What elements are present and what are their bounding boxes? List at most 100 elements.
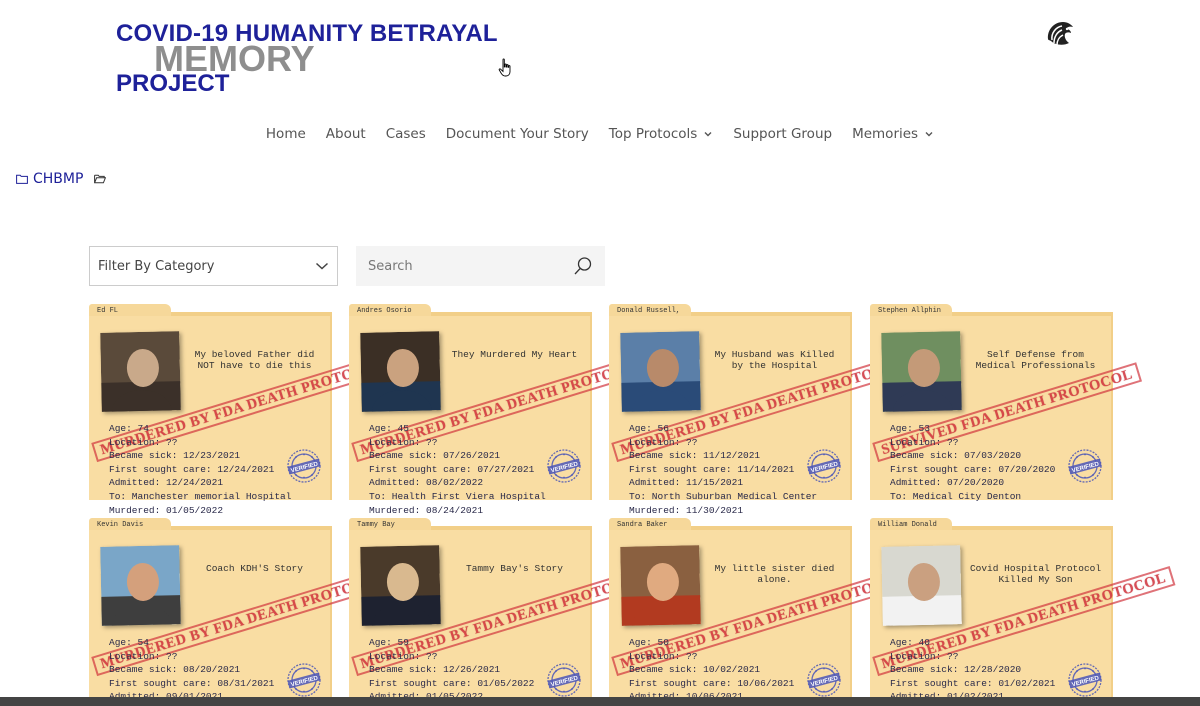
chevron-down-icon — [925, 132, 933, 137]
became-sick-text: Became sick: 11/12/2021 — [629, 450, 761, 462]
verified-seal-icon: VERIFIED — [287, 663, 321, 697]
became-sick-text: Became sick: 08/20/2021 — [109, 664, 241, 676]
search-icon[interactable] — [573, 256, 593, 276]
nav-about[interactable]: About — [316, 126, 376, 142]
case-card[interactable]: Donald Russell, My Husband was Killed by… — [609, 304, 915, 516]
filter-by-category-select[interactable]: Filter By Category — [89, 246, 338, 286]
case-details: Age: 53 Location: ?? Became sick: 07/03/… — [890, 422, 1055, 504]
card-name-tab: Donald Russell, — [609, 304, 691, 316]
first-sought-care-text: First sought care: 10/06/2021 — [629, 677, 795, 689]
became-sick-text: Became sick: 07/03/2020 — [890, 450, 1022, 462]
case-details: Age: 50 Location: ?? Became sick: 10/02/… — [629, 636, 794, 706]
verified-seal-icon: VERIFIED — [807, 449, 841, 483]
case-details: Age: 74 Location: ?? Became sick: 12/23/… — [109, 422, 291, 517]
outcome-text: Murdered: 08/24/2021 — [369, 504, 484, 516]
story-title: Covid Hospital Protocol Killed My Son — [969, 563, 1102, 585]
admitted-text: Admitted: 11/15/2021 — [629, 477, 744, 489]
case-card[interactable]: William Donald Covid Hospital Protocol K… — [870, 518, 1176, 706]
filter-label: Filter By Category — [98, 258, 215, 274]
outcome-text: Murdered: 11/30/2021 — [629, 504, 744, 516]
folder-front: My little sister died alone. MURDERED BY… — [609, 530, 915, 706]
person-photo — [620, 331, 701, 412]
verified-seal-icon: VERIFIED — [287, 449, 321, 483]
hand-cursor-icon — [498, 58, 511, 77]
nav-support-group[interactable]: Support Group — [723, 126, 842, 142]
location-text: Location: ?? — [629, 436, 698, 448]
location-text: Location: ?? — [369, 436, 438, 448]
hospital-text: To: Health First Viera Hospital — [369, 490, 546, 502]
first-sought-care-text: First sought care: 11/14/2021 — [629, 463, 795, 475]
outcome-text: Murdered: 01/05/2022 — [109, 504, 224, 516]
age-text: Age: 50 — [629, 637, 669, 648]
story-title: My little sister died alone. — [714, 563, 835, 585]
logo-line-3: PROJECT — [116, 70, 230, 97]
chevron-down-icon — [315, 262, 329, 270]
site-logo[interactable]: COVID-19 HUMANITY BETRAYAL MEMORY PROJEC… — [116, 20, 516, 100]
chevron-down-icon — [704, 132, 712, 137]
location-text: Location: ?? — [369, 650, 438, 662]
card-name-tab: William Donald — [870, 518, 952, 530]
bottom-bar — [0, 697, 1200, 706]
first-sought-care-text: First sought care: 08/31/2021 — [109, 677, 275, 689]
case-card[interactable]: Kevin Davis Coach KDH'S Story MURDERED B… — [89, 518, 395, 706]
admitted-text: Admitted: 08/02/2022 — [369, 477, 484, 489]
folder-front: Covid Hospital Protocol Killed My Son MU… — [870, 530, 1176, 706]
nav-home[interactable]: Home — [256, 126, 316, 142]
story-title: My beloved Father did NOT have to die th… — [194, 349, 315, 371]
case-details: Age: 56 Location: ?? Became sick: 11/12/… — [629, 422, 817, 517]
verified-seal-icon: VERIFIED — [1068, 663, 1102, 697]
story-title: My Husband was Killed by the Hospital — [714, 349, 835, 371]
person-photo — [360, 331, 441, 412]
became-sick-text: Became sick: 10/02/2021 — [629, 664, 761, 676]
became-sick-text: Became sick: 07/26/2021 — [369, 450, 501, 462]
age-text: Age: 53 — [890, 423, 930, 434]
became-sick-text: Became sick: 12/28/2020 — [890, 664, 1022, 676]
person-photo — [100, 545, 181, 626]
verified-seal-icon: VERIFIED — [807, 663, 841, 697]
case-card[interactable]: Tammy Bay Tammy Bay's Story MURDERED BY … — [349, 518, 655, 706]
nav-top-protocols[interactable]: Top Protocols — [599, 126, 724, 142]
case-card[interactable]: Stephen Allphin Self Defense from Medica… — [870, 304, 1142, 502]
card-name-tab: Ed FL — [89, 304, 171, 316]
story-title: Tammy Bay's Story — [466, 563, 563, 574]
age-text: Age: 54 — [109, 637, 149, 648]
person-photo — [360, 545, 441, 626]
folder-front: My Husband was Killed by the Hospital MU… — [609, 316, 915, 516]
nav-memories[interactable]: Memories — [842, 126, 944, 142]
page: COVID-19 HUMANITY BETRAYAL MEMORY PROJEC… — [0, 0, 1200, 706]
location-text: Location: ?? — [629, 650, 698, 662]
story-title: Coach KDH'S Story — [206, 563, 303, 574]
location-text: Location: ?? — [109, 436, 178, 448]
person-photo — [881, 545, 962, 626]
hospital-text: To: North Suburban Medical Center — [629, 490, 818, 502]
card-name-tab: Kevin Davis — [89, 518, 171, 530]
breadcrumb-link-chbmp[interactable]: CHBMP — [33, 171, 83, 187]
folder-front: Tammy Bay's Story MURDERED BY FDA DEATH … — [349, 530, 655, 706]
first-sought-care-text: First sought care: 12/24/2021 — [109, 463, 275, 475]
search-input[interactable] — [368, 258, 558, 274]
became-sick-text: Became sick: 12/26/2021 — [369, 664, 501, 676]
main-nav: Home About Cases Document Your Story Top… — [0, 126, 1200, 142]
story-title: They Murdered My Heart — [451, 349, 578, 360]
location-text: Location: ?? — [109, 650, 178, 662]
folder-front: Self Defense from Medical Professionals … — [870, 316, 1142, 502]
nav-document-your-story[interactable]: Document Your Story — [436, 126, 599, 142]
story-title: Self Defense from Medical Professionals — [975, 349, 1096, 371]
first-sought-care-text: First sought care: 01/05/2022 — [369, 677, 535, 689]
age-text: Age: 40 — [890, 637, 930, 648]
admitted-text: Admitted: 07/20/2020 — [890, 477, 1005, 489]
case-card[interactable]: Ed FL My beloved Father did NOT have to … — [89, 304, 395, 516]
case-card[interactable]: Andres Osorio They Murdered My Heart MUR… — [349, 304, 655, 516]
verified-seal-icon: VERIFIED — [547, 663, 581, 697]
nav-cases[interactable]: Cases — [376, 126, 436, 142]
card-name-tab: Tammy Bay — [349, 518, 431, 530]
case-card[interactable]: Sandra Baker My little sister died alone… — [609, 518, 915, 706]
card-name-tab: Stephen Allphin — [870, 304, 952, 316]
card-name-tab: Andres Osorio — [349, 304, 431, 316]
folder-front: My beloved Father did NOT have to die th… — [89, 316, 395, 516]
eagle-logo-icon[interactable] — [1043, 19, 1077, 53]
first-sought-care-text: First sought care: 07/20/2020 — [890, 463, 1056, 475]
age-text: Age: 56 — [629, 423, 669, 434]
verified-seal-icon: VERIFIED — [1068, 449, 1102, 483]
folder-open-icon[interactable] — [94, 174, 107, 184]
